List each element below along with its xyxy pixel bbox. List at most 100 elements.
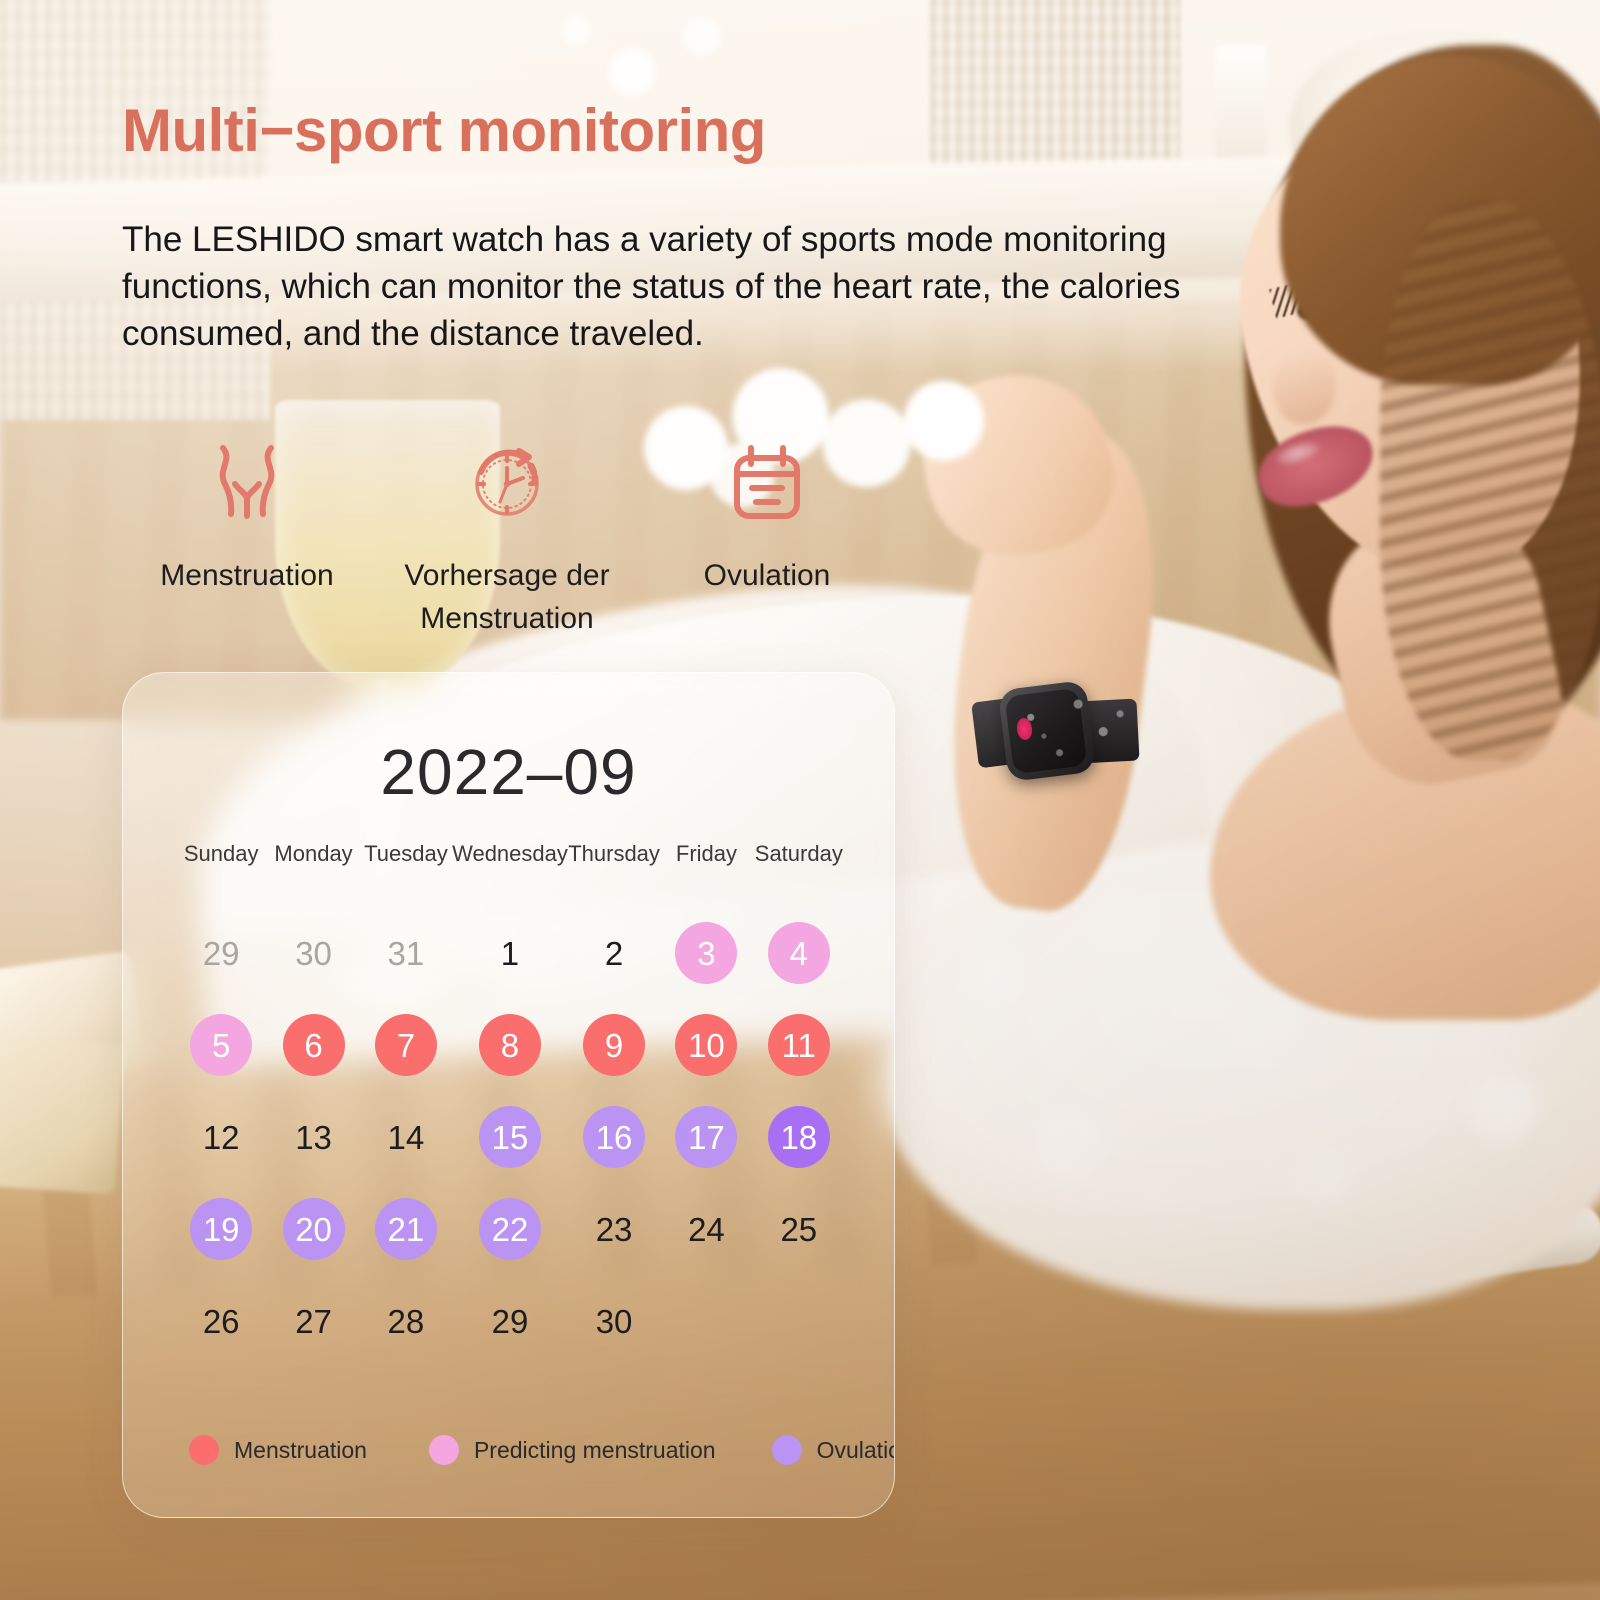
calendar-day-cell[interactable]: 30 (267, 907, 359, 999)
calendar-legend: Menstruation Predicting menstruation Ovu… (189, 1435, 894, 1465)
calendar-weekday-header: Saturday (754, 841, 843, 866)
calendar-day-number: 22 (478, 1198, 541, 1260)
feature-list: Menstruation Vorhersage der Menstruation… (122, 432, 892, 640)
calendar-day-number: 6 (282, 1014, 345, 1076)
calendar-day-number: 13 (295, 1118, 332, 1156)
calendar-weekday-header: Friday (675, 841, 737, 866)
feature-label: Vorhersage der Menstruation (404, 559, 610, 635)
calendar-day-cell[interactable]: 20 (267, 1183, 359, 1275)
calendar-day-number: 20 (282, 1198, 345, 1260)
calendar-day-number: 4 (767, 922, 830, 984)
calendar-day-number: 24 (688, 1210, 725, 1248)
calendar-day-number: 7 (374, 1014, 437, 1076)
calendar-day-cell[interactable]: 24 (660, 1183, 752, 1275)
calendar-day-cell[interactable]: 27 (267, 1275, 359, 1367)
legend-color-dot (771, 1435, 802, 1465)
background-bottle (1215, 45, 1267, 175)
legend-item-ovulation: Ovulation (771, 1435, 894, 1465)
calendar-day-number: 1 (500, 934, 520, 972)
calendar-day-cell[interactable]: 15 (452, 1091, 568, 1183)
calendar-day-cell[interactable]: 1 (452, 907, 568, 999)
calendar-day-number: 3 (675, 922, 738, 984)
legend-color-dot (428, 1435, 459, 1465)
calendar-day-cell[interactable]: 29 (452, 1275, 568, 1367)
calendar-day-cell[interactable]: 6 (267, 999, 359, 1091)
calendar-day-cell[interactable]: 2 (568, 907, 660, 999)
calendar-day-number: 8 (478, 1014, 541, 1076)
calendar-weekday-header: Thursday (568, 841, 660, 866)
calendar-weekday-header: Wednesday (452, 841, 568, 866)
calendar-day-number: 16 (583, 1106, 646, 1168)
background-soap-bar-2 (0, 1035, 126, 1195)
calendar-day-cell[interactable]: 29 (175, 907, 267, 999)
calendar-day-cell[interactable]: 21 (360, 1183, 452, 1275)
calendar-day-number: 25 (780, 1210, 818, 1248)
calendar-day-cell[interactable]: 3 (660, 907, 752, 999)
legend-label: Menstruation (234, 1436, 367, 1463)
calendar-day-number: 17 (675, 1106, 738, 1168)
calendar-day-cell[interactable]: 28 (360, 1275, 452, 1367)
calendar-weekday-header: Sunday (183, 841, 259, 866)
calendar-day-cell[interactable]: 10 (660, 999, 752, 1091)
calendar-day-cell[interactable]: 13 (267, 1091, 359, 1183)
calendar-day-cell[interactable]: 8 (452, 999, 568, 1091)
legend-item-predicting-menstruation: Predicting menstruation (428, 1435, 716, 1465)
legend-color-dot (189, 1435, 219, 1465)
calendar-day-cell[interactable]: 19 (175, 1183, 267, 1275)
calendar-day-cell[interactable]: 25 (753, 1183, 845, 1275)
calendar-day-number: 30 (295, 934, 332, 972)
calendar-day-cell[interactable]: 18 (753, 1091, 845, 1183)
calendar-day-number: 30 (595, 1302, 633, 1340)
calendar-day-cell[interactable]: 16 (568, 1091, 660, 1183)
legend-item-menstruation: Menstruation (189, 1435, 367, 1465)
calendar-day-number: 23 (595, 1210, 633, 1248)
calendar-day-number: 29 (202, 934, 240, 972)
calendar-day-cell[interactable]: 7 (360, 999, 452, 1091)
calendar-day-cell[interactable]: 17 (660, 1091, 752, 1183)
feature-label: Ovulation (703, 559, 831, 592)
calendar-day-number: 2 (604, 934, 624, 972)
legend-label: Predicting menstruation (473, 1436, 716, 1463)
calendar-day-cell[interactable]: 30 (568, 1275, 660, 1367)
calendar-day-cell[interactable]: 14 (360, 1091, 452, 1183)
calendar-day-cell[interactable]: 5 (175, 999, 267, 1091)
feature-item-ovulation: Ovulation (642, 432, 892, 597)
calendar-day-number: 11 (767, 1014, 830, 1076)
menstrual-calendar-card: 2022–09 Sunday Monday Tuesday Wednesday Thur… (122, 672, 895, 1518)
calendar-day-cell[interactable]: 11 (753, 999, 845, 1091)
calendar-day-number: 31 (387, 934, 425, 972)
calendar-day-cell[interactable]: 26 (175, 1275, 267, 1367)
calendar-weekday-header: Monday (274, 841, 353, 866)
calendar-day-number: 26 (202, 1302, 240, 1340)
calendar-day-cell[interactable]: 23 (568, 1183, 660, 1275)
calendar-day-cell[interactable]: 31 (360, 907, 452, 999)
calendar-day-number: 15 (478, 1106, 541, 1168)
clock-prediction-icon (459, 432, 555, 532)
legend-label: Ovulation (816, 1436, 894, 1463)
product-feature-page: Multi−sport monitoring The LESHIDO smart… (0, 0, 1600, 1600)
calendar-day-cell[interactable]: 12 (175, 1091, 267, 1183)
feature-item-menstruation: Menstruation (122, 432, 372, 597)
calendar-day-cell (660, 1275, 752, 1367)
calendar-icon (719, 432, 815, 532)
calendar-day-number: 10 (675, 1014, 738, 1076)
calendar-day-cell[interactable]: 4 (753, 907, 845, 999)
calendar-day-number: 29 (491, 1302, 529, 1340)
uterus-icon (199, 432, 295, 532)
calendar-weekday-header: Tuesday (364, 841, 448, 866)
calendar-day-number: 9 (583, 1014, 646, 1076)
feature-label: Menstruation (160, 559, 334, 592)
calendar-day-number: 5 (190, 1014, 253, 1076)
woman-hair-strands (1380, 200, 1600, 760)
feature-item-menstruation-prediction: Vorhersage der Menstruation (372, 432, 642, 640)
calendar-month-title: 2022–09 (380, 736, 637, 808)
calendar-day-number: 12 (202, 1118, 240, 1156)
calendar-day-number: 27 (295, 1302, 332, 1340)
calendar-day-cell (753, 1275, 845, 1367)
calendar-day-cell[interactable]: 9 (568, 999, 660, 1091)
calendar-day-number: 18 (767, 1106, 830, 1168)
calendar-day-number: 28 (387, 1302, 425, 1340)
calendar-day-number: 14 (387, 1118, 425, 1156)
calendar-grid: Sunday Monday Tuesday Wednesday Thursday Frid… (175, 841, 845, 1367)
calendar-day-cell[interactable]: 22 (452, 1183, 568, 1275)
